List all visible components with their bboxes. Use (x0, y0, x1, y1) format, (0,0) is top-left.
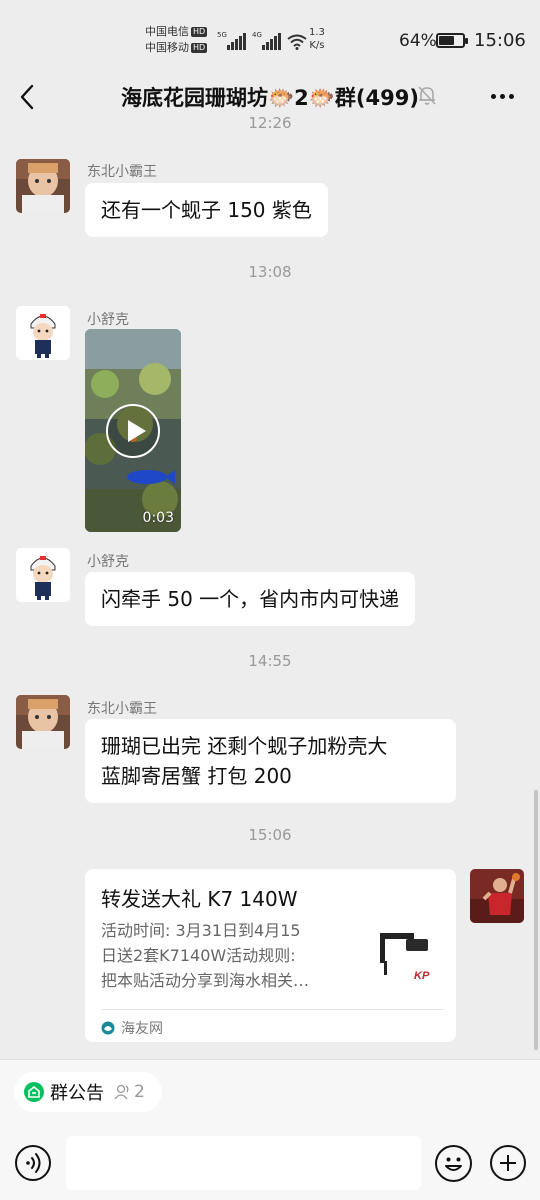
avatar-image (16, 695, 70, 749)
group-notice-button[interactable]: 群公告 2 (14, 1072, 162, 1112)
avatar-dongbei[interactable] (16, 695, 70, 749)
notice-icon (24, 1082, 44, 1102)
shared-link-card[interactable]: 转发送大礼 K7 140W 活动时间: 3月31日到4月15 日送2套K7140… (85, 869, 456, 1042)
voice-icon (26, 1153, 41, 1173)
video-duration: 0:03 (142, 510, 174, 526)
status-bar: 中国电信 HD 中国移动 HD 5G 4G 1.3 K/s 64% 15:06 (0, 0, 540, 70)
card-title: 转发送大礼 K7 140W (101, 887, 298, 911)
card-thumbnail: KP (376, 927, 440, 991)
people-icon (114, 1084, 129, 1100)
wifi-icon (287, 34, 307, 50)
sender-name: 东北小霸王 (87, 164, 157, 180)
status-time: 15:06 (474, 30, 526, 51)
video-message[interactable]: 0:03 (85, 329, 181, 532)
sender-name: 小舒克 (87, 312, 129, 328)
notice-count-value: 2 (134, 1082, 145, 1102)
voice-button[interactable] (15, 1145, 51, 1181)
card-divider (101, 1009, 444, 1010)
card-source: 海友网 (101, 1018, 163, 1038)
avatar-xiaoshuke[interactable] (16, 548, 70, 602)
mute-bell-icon (418, 86, 436, 105)
carrier-2: 中国移动 (145, 41, 189, 54)
hd-badge: HD (191, 43, 208, 53)
hd-badge: HD (191, 27, 208, 37)
battery-fill (439, 36, 454, 45)
timestamp-partial: 12:26 (248, 114, 292, 128)
text-message[interactable]: 闪牵手 50 一个，省内市内可快递 (85, 572, 416, 626)
message-line: 蓝脚寄居蟹 打包 200 (101, 764, 292, 788)
signal-indicators: 5G 4G (217, 28, 307, 50)
sender-name: 东北小霸王 (87, 701, 157, 717)
network-speed: 1.3 K/s (309, 26, 325, 52)
avatar-dongbei[interactable] (16, 159, 70, 213)
more-options-button[interactable] (484, 82, 520, 110)
avatar-xiaoshuke[interactable] (16, 306, 70, 360)
timestamp: 15:06 (248, 826, 292, 844)
notice-label: 群公告 (50, 1083, 104, 1104)
carrier-1: 中国电信 (145, 25, 189, 38)
signal-5g-icon: 5G (217, 31, 246, 50)
signal-4g-icon: 4G (252, 31, 281, 50)
play-icon[interactable] (106, 404, 160, 458)
plus-button[interactable] (490, 1145, 526, 1181)
text-message[interactable]: 珊瑚已出完 还剩个蚬子加粉壳大 蓝脚寄居蟹 打包 200 (85, 719, 456, 803)
text-message[interactable]: 还有一个蚬子 150 紫色 (85, 183, 328, 237)
message-input[interactable] (66, 1136, 421, 1190)
emoji-button[interactable] (435, 1145, 472, 1182)
network-type-1: 5G (217, 31, 227, 39)
timestamp: 13:08 (248, 263, 292, 281)
emoji-icon (445, 1157, 462, 1171)
input-area: 群公告 2 (0, 1059, 540, 1200)
battery-percent: 64% (399, 31, 437, 51)
card-thumb-logo: KP (414, 970, 430, 982)
timestamp: 14:55 (248, 652, 292, 670)
avatar-image (470, 869, 524, 923)
group-title: 海底花园珊瑚坊🐡2🐡群(499) (121, 86, 419, 110)
source-name: 海友网 (121, 1021, 163, 1037)
speed-unit: K/s (309, 40, 325, 51)
card-description: 活动时间: 3月31日到4月15 日送2套K7140W活动规则: 把本贴活动分享… (101, 921, 310, 990)
carrier-info: 中国电信 HD 中国移动 HD (145, 24, 208, 56)
avatar-self[interactable] (470, 869, 524, 923)
notice-count: 2 (114, 1082, 145, 1102)
sender-name: 小舒克 (87, 554, 129, 570)
scrollbar[interactable] (534, 790, 538, 1050)
source-logo-icon (101, 1021, 115, 1035)
avatar-image (16, 159, 70, 213)
battery-icon (436, 33, 468, 48)
avatar-image (16, 306, 70, 360)
avatar-image (16, 548, 70, 602)
message-line: 珊瑚已出完 还剩个蚬子加粉壳大 (101, 734, 388, 758)
more-dots-icon (490, 93, 496, 99)
network-type-2: 4G (252, 31, 262, 39)
speed-value: 1.3 (309, 27, 325, 38)
